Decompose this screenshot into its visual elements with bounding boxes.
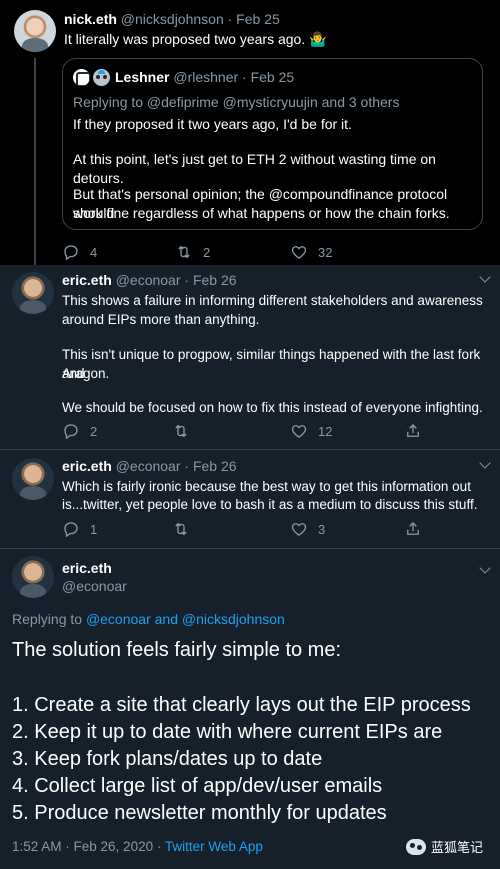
tweet-text-line: is...twitter, yet people love to bash it… <box>62 497 478 512</box>
display-name[interactable]: eric.eth <box>62 272 112 288</box>
robot-emoji-icon <box>93 69 110 86</box>
retweet-icon <box>175 243 193 261</box>
retweet-icon <box>172 422 190 440</box>
tweet-nick[interactable]: nick.eth @nicksdjohnson · Feb 25 It lite… <box>0 0 500 265</box>
tweet-text-line: 1. Create a site that clearly lays out t… <box>12 694 471 716</box>
quoted-text-line: At this point, let's just get to ETH 2 w… <box>73 151 436 186</box>
wechat-logo-icon <box>406 838 426 855</box>
handle: @rleshner <box>173 69 239 85</box>
heart-icon <box>290 520 308 538</box>
display-name[interactable]: nick.eth <box>64 11 117 27</box>
handle[interactable]: @nicksdjohnson <box>121 11 224 27</box>
tweet-text: It literally was proposed two years ago.… <box>64 31 327 47</box>
tweet-text-line: around EIPs more than anything. <box>62 312 260 327</box>
reply-icon <box>62 243 80 261</box>
tweet-text-line: We should be focused on how to fix this … <box>62 400 483 415</box>
avatar[interactable] <box>14 10 56 52</box>
replying-to: Replying to @econoar and @nicksdjohnson <box>12 611 285 627</box>
display-name[interactable]: eric.eth <box>62 458 112 474</box>
heart-icon <box>290 422 308 440</box>
heart-icon <box>290 243 308 261</box>
tweet-date[interactable]: · Feb 25 <box>228 11 280 27</box>
handle[interactable]: @econoar <box>62 578 127 594</box>
tweet-actions: 1 3 <box>62 520 422 538</box>
reply-count: 1 <box>90 521 98 537</box>
share-button[interactable] <box>404 422 422 440</box>
avatar[interactable] <box>12 458 54 500</box>
tweet-actions: 2 12 <box>62 422 422 440</box>
reply-button[interactable]: 4 <box>62 243 137 261</box>
tweet-header: eric.eth @econoar · Feb 26 <box>62 272 237 288</box>
thread-line <box>34 58 36 265</box>
reply-icon <box>62 422 80 440</box>
retweet-button[interactable] <box>172 422 290 440</box>
reply-count: 4 <box>90 244 98 260</box>
reply-button[interactable]: 1 <box>62 520 172 538</box>
chevron-down-icon[interactable] <box>479 457 491 469</box>
reply-count: 2 <box>90 423 98 439</box>
like-button[interactable]: 12 <box>290 422 404 440</box>
like-button[interactable]: 3 <box>290 520 404 538</box>
quoted-text-line: If they proposed it two years ago, I'd b… <box>73 116 352 132</box>
tweet-header: eric.eth @econoar · Feb 26 <box>62 458 237 474</box>
handle[interactable]: @econoar <box>116 272 181 288</box>
like-button[interactable]: 32 <box>290 243 380 261</box>
tweet-text-line: Aragon. <box>62 366 110 381</box>
replying-prefix: Replying to <box>12 611 83 627</box>
handle[interactable]: @econoar <box>116 458 181 474</box>
tweet-text-line: 3. Keep fork plans/dates up to date <box>12 748 323 770</box>
avatar[interactable] <box>12 272 54 314</box>
tweet-text-line: 4. Collect large list of app/dev/user em… <box>12 775 383 797</box>
tweet-date[interactable]: · Feb 26 <box>184 272 236 288</box>
like-count: 3 <box>318 521 326 537</box>
retweet-button[interactable] <box>172 520 290 538</box>
like-count: 32 <box>318 244 333 260</box>
replying-to: Replying to @defiprime @mysticryuujin an… <box>73 94 400 110</box>
reply-icon <box>62 520 80 538</box>
watermark-text: 蓝狐笔记 <box>431 840 484 855</box>
tweet-text-line: This shows a failure in informing differ… <box>62 293 483 308</box>
tweet-header: nick.eth @nicksdjohnson · Feb 25 <box>64 11 280 27</box>
reply-button[interactable]: 2 <box>62 422 172 440</box>
retweet-count: 2 <box>203 244 211 260</box>
chevron-down-icon[interactable] <box>479 271 491 283</box>
retweet-button[interactable]: 2 <box>175 243 290 261</box>
replying-links[interactable]: @econoar and @nicksdjohnson <box>86 611 285 627</box>
tweet-text-line: The solution feels fairly simple to me: <box>12 639 342 661</box>
tweet-date: · Feb 25 <box>242 69 295 85</box>
tweet-text-line: Which is fairly ironic because the best … <box>62 479 471 494</box>
avatar[interactable] <box>12 556 54 598</box>
display-name[interactable]: eric.eth <box>62 560 112 576</box>
tweet-actions: 4 2 32 <box>62 243 380 261</box>
divider <box>0 449 500 450</box>
timestamp[interactable]: 1:52 AM · Feb 26, 2020 · <box>12 839 165 854</box>
tweet-meta: 1:52 AM · Feb 26, 2020 · Twitter Web App <box>12 839 263 854</box>
retweet-icon <box>172 520 190 538</box>
quoted-header: Leshner @rleshner · Feb 25 <box>115 69 294 85</box>
divider <box>0 548 500 549</box>
quoted-text-line: work fine regardless of what happens or … <box>73 205 450 221</box>
like-count: 12 <box>318 423 333 439</box>
source-link[interactable]: Twitter Web App <box>165 839 263 854</box>
tweet-text-line: This isn't unique to progpow, similar th… <box>62 347 481 381</box>
share-icon <box>404 422 422 440</box>
display-name: Leshner <box>115 69 170 85</box>
tweet-text-line: 5. Produce newsletter monthly for update… <box>12 802 387 824</box>
tweet-date[interactable]: · Feb 26 <box>184 458 236 474</box>
display-name-text: eric.eth <box>62 560 112 576</box>
chevron-down-icon[interactable] <box>479 562 491 574</box>
watermark: 蓝狐笔记 <box>406 837 483 856</box>
share-icon <box>404 520 422 538</box>
avatar <box>73 69 90 86</box>
tweet-text-line: 2. Keep it up to date with where current… <box>12 721 443 743</box>
quoted-tweet[interactable]: Leshner @rleshner · Feb 25 Replying to @… <box>62 58 483 230</box>
share-button[interactable] <box>404 520 422 538</box>
